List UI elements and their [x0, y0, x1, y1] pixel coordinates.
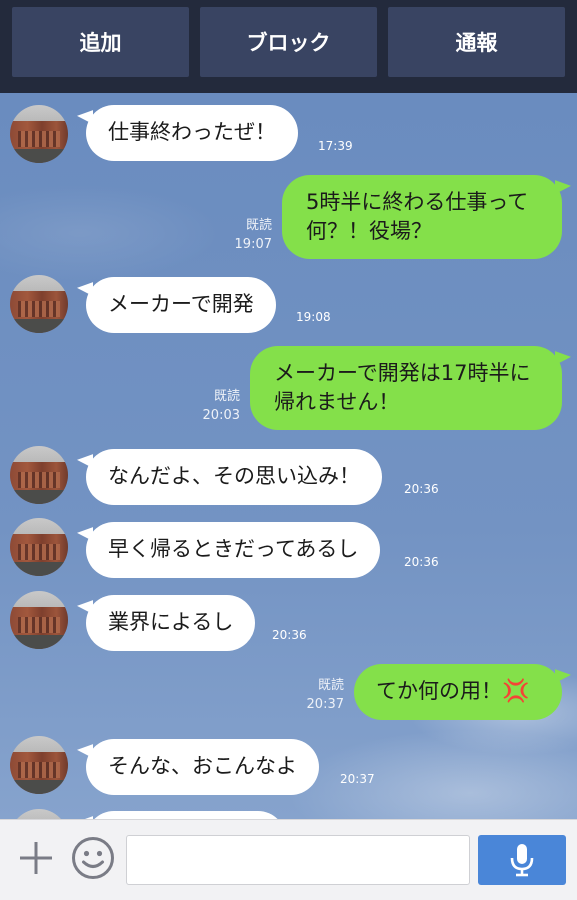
avatar[interactable] — [10, 518, 68, 576]
avatar[interactable] — [10, 446, 68, 504]
voice-message-button[interactable] — [478, 835, 566, 885]
message-text-input[interactable] — [126, 835, 470, 885]
plus-icon-glyph — [20, 842, 52, 874]
incoming-message-bubble[interactable] — [86, 811, 286, 819]
chat-area[interactable]: 仕事終わったぜ！ 17:39 既読 19:07 5時半に終わる仕事って何？！役場… — [0, 93, 577, 819]
message-time: 20:03 — [202, 408, 240, 423]
block-button[interactable]: ブロック — [200, 7, 377, 77]
smiley-icon-glyph — [72, 837, 114, 879]
message-time: 20:37 — [306, 697, 344, 712]
avatar[interactable] — [10, 809, 68, 819]
avatar[interactable] — [10, 736, 68, 794]
message-time: 20:36 — [272, 628, 307, 642]
incoming-message-bubble[interactable]: メーカーで開発 — [86, 277, 276, 333]
anger-emoji-icon: 💢 — [502, 679, 530, 704]
message-text: てか何の用！ — [376, 679, 502, 703]
read-status: 既読 20:37 — [298, 676, 344, 714]
read-status: 既読 20:03 — [194, 387, 240, 425]
message-time: 19:07 — [234, 237, 272, 252]
message-time: 20:36 — [404, 555, 439, 569]
incoming-message-bubble[interactable]: そんな、おこんなよ — [86, 739, 319, 795]
read-status: 既読 19:07 — [226, 216, 272, 254]
top-action-bar: 追加 ブロック 通報 — [0, 0, 577, 93]
avatar[interactable] — [10, 105, 68, 163]
message-input-bar — [0, 819, 577, 900]
message-time: 20:37 — [340, 772, 375, 786]
incoming-message-bubble[interactable]: 早く帰るときだってあるし — [86, 522, 381, 578]
add-friend-button[interactable]: 追加 — [12, 7, 189, 77]
outgoing-message-bubble[interactable]: てか何の用！💢 — [354, 664, 562, 720]
incoming-message-bubble[interactable]: なんだよ、その思い込み！ — [86, 449, 382, 505]
avatar[interactable] — [10, 591, 68, 649]
read-label: 既読 — [245, 218, 272, 233]
avatar[interactable] — [10, 275, 68, 333]
read-label: 既読 — [317, 678, 344, 693]
incoming-message-bubble[interactable]: 仕事終わったぜ！ — [86, 105, 298, 161]
outgoing-message-bubble[interactable]: 5時半に終わる仕事って何？！役場？ — [282, 175, 562, 259]
report-button[interactable]: 通報 — [388, 7, 565, 77]
message-time: 17:39 — [318, 139, 353, 153]
incoming-message-bubble[interactable]: 業界によるし — [86, 595, 256, 651]
outgoing-message-bubble[interactable]: メーカーで開発は17時半に帰れません！ — [250, 346, 562, 430]
smiley-icon[interactable] — [71, 836, 115, 880]
microphone-icon — [510, 844, 534, 877]
message-time: 19:08 — [296, 310, 331, 324]
read-label: 既読 — [213, 389, 240, 404]
plus-icon[interactable] — [17, 839, 55, 877]
message-time: 20:36 — [404, 482, 439, 496]
